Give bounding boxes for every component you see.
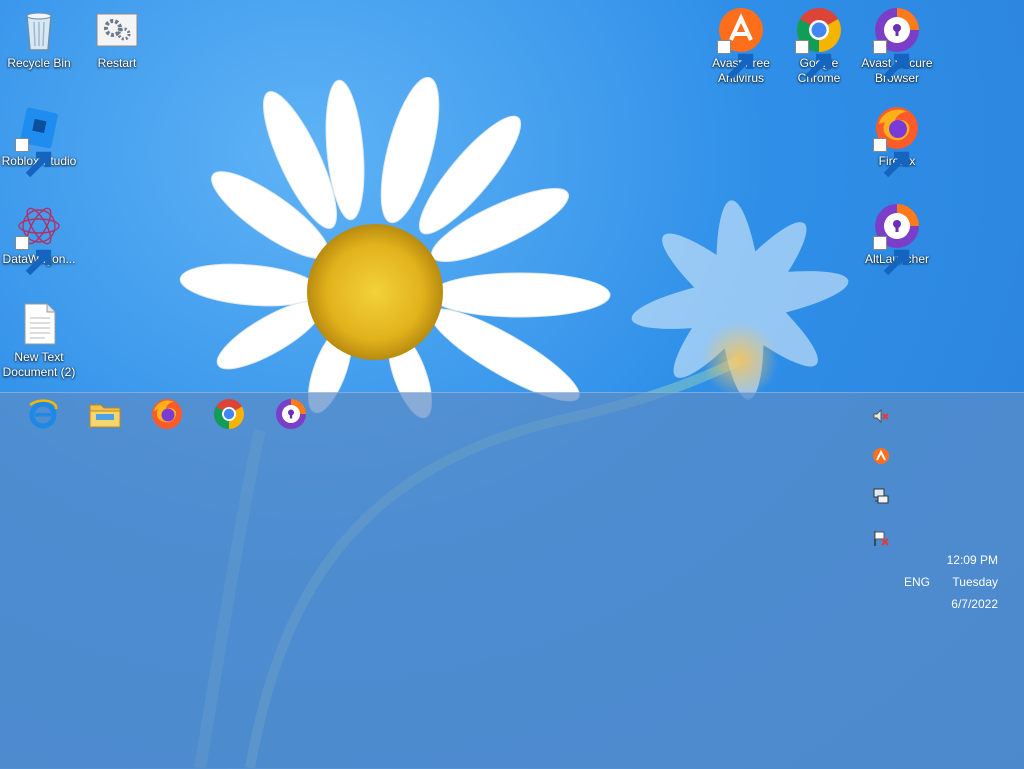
desktop-icon-datawagon[interactable]: DataWagon... [0,202,78,276]
action-center-flag-icon[interactable] [872,529,890,547]
file-explorer-icon [89,404,121,428]
desktop-icon-recycle-bin[interactable]: Recycle Bin [0,6,78,71]
desktop-icon-restart[interactable]: Restart [78,6,156,71]
datawagon-icon [15,202,63,276]
avast-secure-browser-icon [873,6,921,80]
clock-date[interactable]: 6/7/2022 [918,593,998,615]
shortcut-arrow-icon [15,138,52,178]
chrome-icon [213,399,245,429]
text-document-icon [15,300,63,348]
taskbar: ENG 12:09 PM Tuesday 6/7/2022 [0,392,1024,769]
firefox-icon [152,399,182,429]
avast-icon [717,6,765,80]
volume-muted-icon[interactable] [872,407,890,425]
desktop-icon-avast-free-antivirus[interactable]: Avast Free Antivirus [702,6,780,86]
shortcut-arrow-icon [873,138,910,178]
shortcut-arrow-icon [717,40,754,80]
desktop-icon-avast-secure-browser[interactable]: Avast Secure Browser [858,6,936,86]
restart-gear-icon [93,6,141,54]
desktop-icon-label: Recycle Bin [7,56,71,70]
network-icon[interactable] [872,487,890,505]
avast-secure-browser-icon [276,399,306,429]
taskbar-pin-avast-secure-browser[interactable] [274,397,308,431]
roblox-studio-icon [15,104,63,178]
recycle-bin-icon [15,6,63,54]
taskbar-pin-google-chrome[interactable] [212,397,246,431]
altlauncher-icon [873,202,921,276]
desktop-icon-google-chrome[interactable]: Google Chrome [780,6,858,86]
desktop-icon-new-text-document[interactable]: New Text Document (2) [0,300,78,380]
desktop-icon-label: Restart [97,56,137,70]
clock-time[interactable]: 12:09 PM [918,549,998,571]
desktop-icon-label: New Text Document (2) [2,350,76,379]
taskbar-pin-file-explorer[interactable] [88,397,122,431]
desktop-icon-roblox-studio[interactable]: Roblox Studio [0,104,78,178]
shortcut-arrow-icon [795,40,832,80]
taskbar-pin-firefox[interactable] [150,397,184,431]
chrome-icon [795,6,843,80]
shortcut-arrow-icon [15,236,52,276]
clock-day[interactable]: Tuesday [918,571,998,593]
avast-tray-icon[interactable] [872,447,890,465]
internet-explorer-icon [29,399,58,429]
shortcut-arrow-icon [873,40,910,80]
desktop-icon-firefox[interactable]: Firefox [858,104,936,178]
taskbar-pin-internet-explorer[interactable] [26,397,60,431]
desktop-icon-altlauncher[interactable]: AltLauncher [858,202,936,276]
shortcut-arrow-icon [873,236,910,276]
firefox-icon [873,104,921,178]
